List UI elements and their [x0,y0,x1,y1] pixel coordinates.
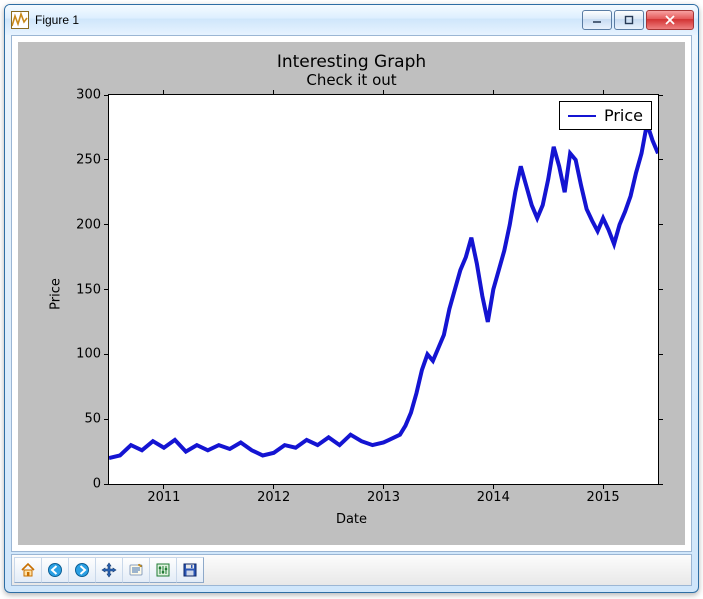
y-tick-label: 150 [76,282,101,297]
y-tick-label: 100 [76,347,101,362]
minimize-button[interactable] [582,10,612,30]
y-tick-label: 0 [93,477,101,492]
x-tick-label: 2015 [587,490,620,505]
titlebar[interactable]: Figure 1 [5,5,698,35]
line-series [109,95,658,484]
window-controls [582,10,694,30]
content-area: Interesting Graph Check it out Price Dat… [11,35,692,586]
close-button[interactable] [646,10,694,30]
y-tick-label: 250 [76,152,101,167]
toolbar [11,554,692,586]
legend: Price [559,101,652,130]
x-tick-label: 2014 [477,490,510,505]
x-tick-label: 2011 [147,490,180,505]
y-tick-label: 50 [84,412,101,427]
y-axis-label: Price [49,278,64,310]
forward-button[interactable] [68,557,96,583]
legend-swatch [568,115,596,117]
configure-button[interactable] [149,557,177,583]
axes[interactable]: Price 0501001502002503002011201220132014… [108,94,659,485]
back-button[interactable] [41,557,69,583]
app-icon [11,11,29,29]
x-tick-label: 2013 [367,490,400,505]
maximize-button[interactable] [614,10,644,30]
plot-subtitle: Check it out [18,71,685,89]
figure-background: Interesting Graph Check it out Price Dat… [18,42,685,545]
save-button[interactable] [176,557,204,583]
pan-button[interactable] [95,557,123,583]
zoom-button[interactable] [122,557,150,583]
figure-window: Figure 1 Interesting Graph Check it out [4,4,699,593]
legend-label: Price [604,106,643,125]
window-title: Figure 1 [35,13,582,27]
x-tick-label: 2012 [257,490,290,505]
x-axis-label: Date [18,512,685,527]
plot-title: Interesting Graph [18,52,685,72]
y-tick-label: 300 [76,88,101,103]
plot-frame: Interesting Graph Check it out Price Dat… [11,35,692,552]
y-tick-label: 200 [76,217,101,232]
home-button[interactable] [14,557,42,583]
